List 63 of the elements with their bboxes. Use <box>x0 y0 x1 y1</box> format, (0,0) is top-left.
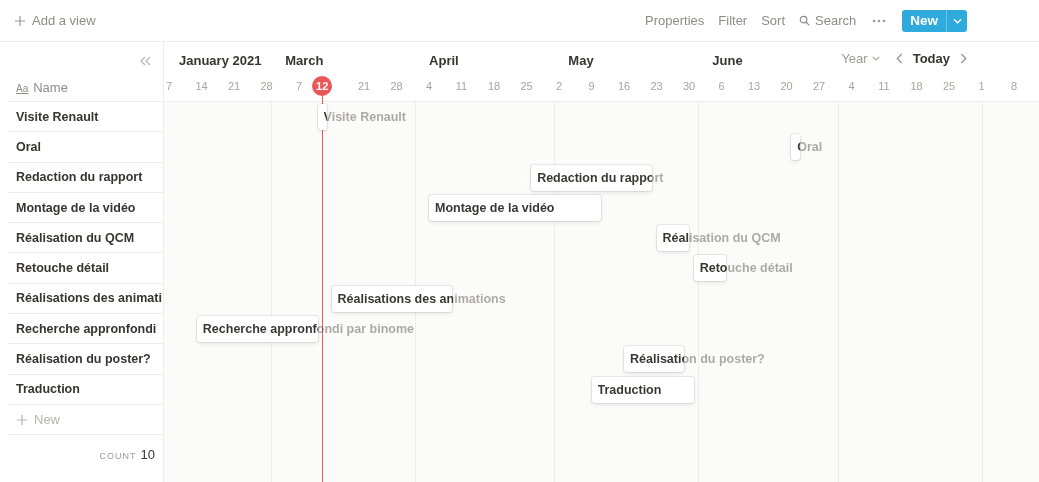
month-label: May <box>568 53 594 68</box>
week-label: 9 <box>588 80 595 92</box>
today-button[interactable]: Today <box>912 51 950 66</box>
row-name[interactable]: Visite Renault <box>16 109 99 124</box>
row-name[interactable]: Réalisation du QCM <box>16 230 135 245</box>
month-label: January 2021 <box>179 53 262 68</box>
search-icon <box>799 15 811 26</box>
month-label: June <box>712 53 743 68</box>
week-label: 28 <box>260 80 273 92</box>
week-label: 11 <box>878 80 890 92</box>
row-name[interactable]: Montage de la vidéo <box>16 200 136 215</box>
count-value: 10 <box>140 447 155 463</box>
row-name[interactable]: Recherche appronfondi <box>16 321 157 336</box>
row-name[interactable]: Retouche détail <box>16 261 110 276</box>
week-label: 25 <box>942 80 956 92</box>
chevron-left-icon[interactable] <box>895 53 903 64</box>
week-label: 7 <box>165 80 173 92</box>
row-name[interactable]: Réalisation du poster? <box>16 352 151 366</box>
week-label: 25 <box>520 80 533 92</box>
more-icon[interactable] <box>872 18 887 23</box>
week-label: 7 <box>295 80 303 92</box>
chevron-right-icon[interactable] <box>960 53 967 64</box>
toolbar-button[interactable]: Sort <box>761 13 786 28</box>
week-label: 18 <box>487 80 501 92</box>
week-label: 8 <box>1010 80 1018 92</box>
column-heading: Name <box>33 80 68 95</box>
week-label: 28 <box>390 80 403 92</box>
month-label: April <box>429 53 459 68</box>
week-label: 21 <box>357 80 371 92</box>
plus-icon <box>14 14 26 27</box>
today-marker: 12 <box>312 76 333 96</box>
week-label: 11 <box>455 80 468 92</box>
week-label: 30 <box>682 80 696 92</box>
row-name[interactable]: Oral <box>16 139 41 154</box>
count-label: COUNT <box>99 451 137 462</box>
row-name[interactable]: Traduction <box>16 382 80 397</box>
row-name[interactable]: Redaction du rapport <box>16 170 143 185</box>
chevron-down-icon <box>952 17 962 24</box>
search-button[interactable]: Search <box>799 13 857 28</box>
month-label: March <box>285 53 324 68</box>
week-label: 4 <box>425 80 433 92</box>
timeline-bar[interactable]: Montage de la vidéo <box>429 194 601 221</box>
week-label: 14 <box>195 80 208 92</box>
week-label: 21 <box>227 80 241 92</box>
toolbar-button[interactable]: Properties <box>645 13 705 28</box>
week-label: 4 <box>848 80 855 92</box>
week-label: 13 <box>747 80 761 92</box>
week-label: 27 <box>812 80 826 92</box>
week-label: 6 <box>718 80 725 92</box>
row-name[interactable]: Réalisations des animati <box>16 291 162 306</box>
chevron-down-icon <box>871 56 880 61</box>
new-menu-button[interactable] <box>946 9 967 32</box>
timeline-bar[interactable]: Traduction <box>591 376 694 403</box>
toolbar-button[interactable]: Filter <box>718 13 748 28</box>
text-type-icon: Aa <box>16 83 29 94</box>
week-label: 20 <box>780 80 793 92</box>
week-label: 2 <box>555 80 563 92</box>
collapse-icon[interactable] <box>139 56 151 66</box>
plus-icon <box>16 413 28 426</box>
week-label: 1 <box>978 80 985 92</box>
week-label: 23 <box>650 80 663 92</box>
week-label: 18 <box>910 80 923 92</box>
week-label: 16 <box>617 80 631 92</box>
